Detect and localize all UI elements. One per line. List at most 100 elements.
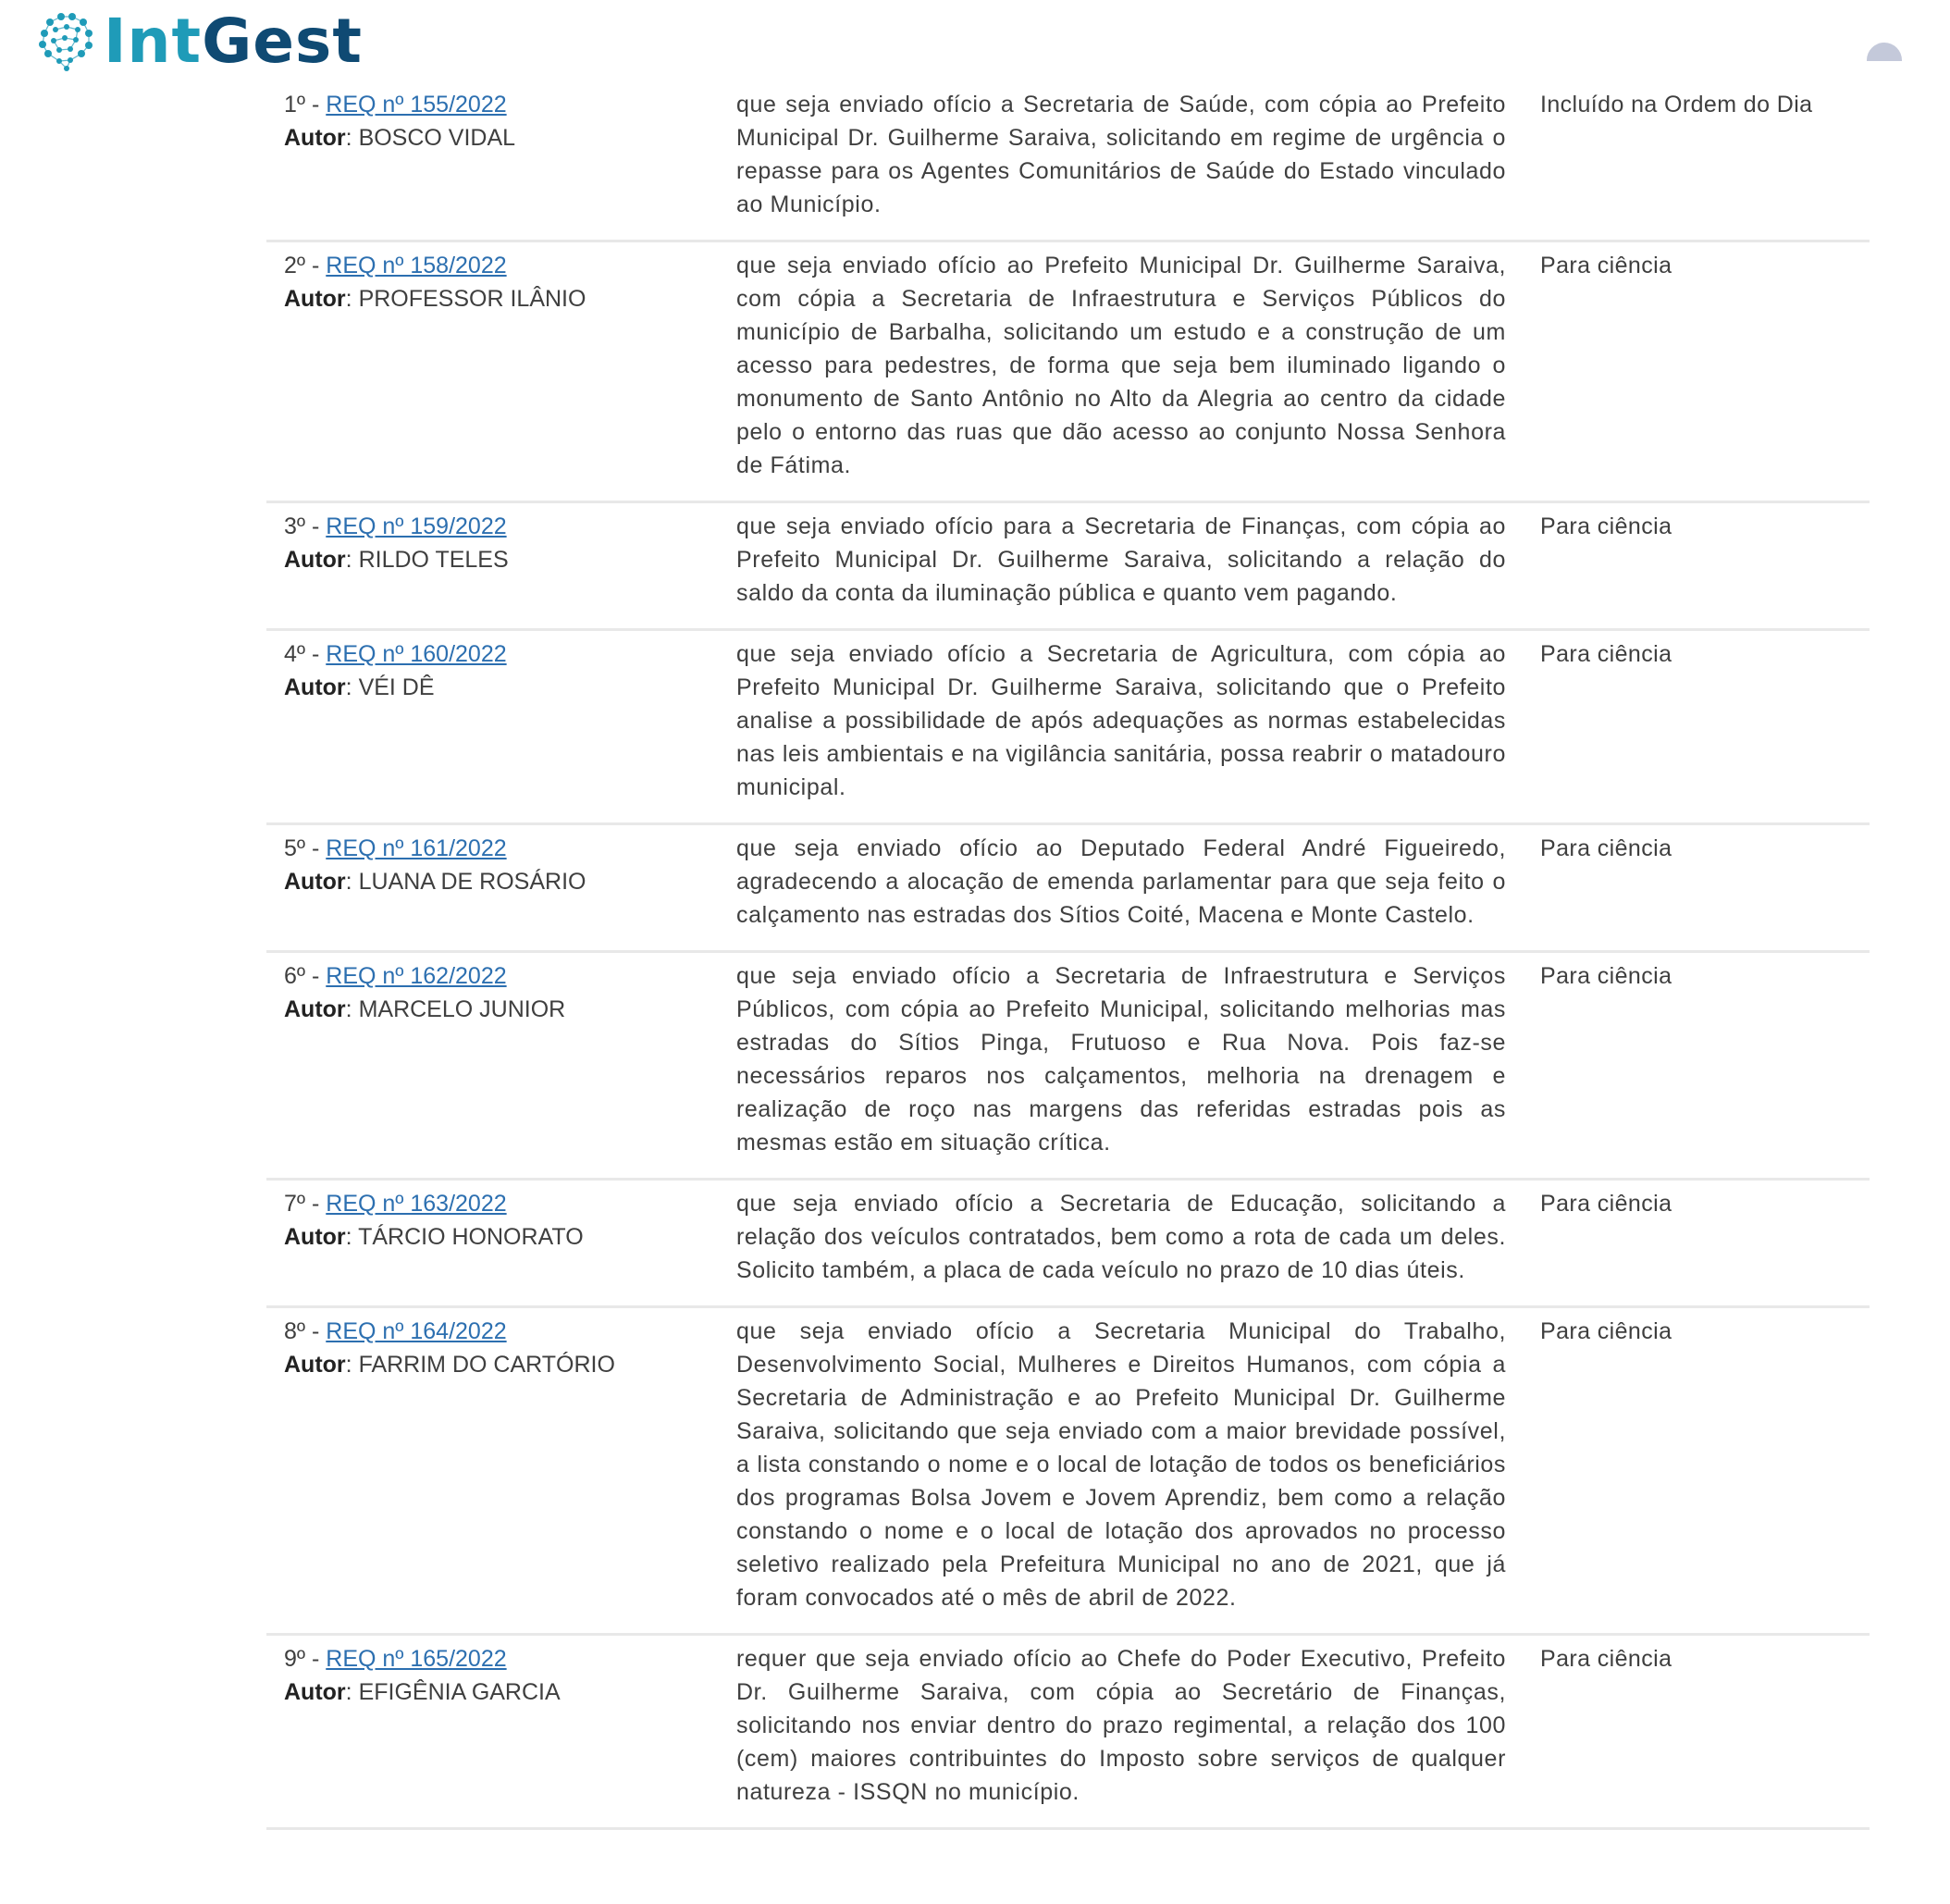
request-description: que seja enviado ofício a Secretaria de … — [736, 1191, 1506, 1283]
author-name: VÉI DÊ — [358, 674, 435, 700]
status-cell: Para ciência — [1506, 1642, 1857, 1809]
description-cell: requer que seja enviado ofício ao Chefe … — [729, 1642, 1506, 1809]
order-separator: - — [305, 641, 327, 667]
request-status: Para ciência — [1540, 253, 1672, 278]
request-description: requer que seja enviado ofício ao Chefe … — [736, 1646, 1506, 1805]
user-avatar-icon[interactable] — [1867, 43, 1902, 61]
request-link[interactable]: REQ nº 164/2022 — [326, 1318, 506, 1344]
table-row: 8º - REQ nº 164/2022 Autor: FARRIM DO CAR… — [266, 1308, 1870, 1636]
request-cell: 7º - REQ nº 163/2022 Autor: TÁRCIO HONORA… — [266, 1187, 729, 1287]
request-order: 7º — [284, 1191, 306, 1217]
author-label: Autor — [284, 286, 346, 312]
request-link[interactable]: REQ nº 161/2022 — [326, 835, 506, 861]
author-separator: : — [345, 1679, 359, 1705]
request-status: Para ciência — [1540, 835, 1672, 861]
request-line: 7º - REQ nº 163/2022 — [284, 1187, 720, 1220]
author-separator: : — [345, 674, 359, 700]
request-order: 6º — [284, 963, 306, 989]
author-name: FARRIM DO CARTÓRIO — [358, 1352, 615, 1378]
author-name: RILDO TELES — [358, 547, 509, 573]
author-name: EFIGÊNIA GARCIA — [358, 1679, 561, 1705]
order-separator: - — [305, 963, 327, 989]
request-order: 8º — [284, 1318, 306, 1344]
order-separator: - — [305, 835, 327, 861]
request-cell: 9º - REQ nº 165/2022 Autor: EFIGÊNIA GARC… — [266, 1642, 729, 1809]
author-name: BOSCO VIDAL — [358, 125, 516, 151]
request-order: 5º — [284, 835, 306, 861]
author-line: Autor: TÁRCIO HONORATO — [284, 1220, 720, 1254]
author-line: Autor: VÉI DÊ — [284, 671, 720, 704]
description-cell: que seja enviado ofício a Secretaria de … — [729, 959, 1506, 1159]
author-label: Autor — [284, 125, 346, 151]
request-status: Para ciência — [1540, 963, 1672, 989]
table-row: 7º - REQ nº 163/2022 Autor: TÁRCIO HONORA… — [266, 1181, 1870, 1308]
author-line: Autor: RILDO TELES — [284, 543, 720, 576]
brand-name: IntGest — [104, 11, 363, 72]
author-line: Autor: EFIGÊNIA GARCIA — [284, 1675, 720, 1709]
table-row: 5º - REQ nº 161/2022 Autor: LUANA DE ROSÁ… — [266, 825, 1870, 953]
request-link[interactable]: REQ nº 163/2022 — [326, 1191, 506, 1217]
table-row: 3º - REQ nº 159/2022 Autor: RILDO TELES qu… — [266, 503, 1870, 631]
request-link[interactable]: REQ nº 155/2022 — [326, 92, 506, 117]
table-row: 1º - REQ nº 155/2022 Autor: BOSCO VIDAL qu… — [266, 81, 1870, 242]
request-description: que seja enviado ofício ao Prefeito Muni… — [736, 253, 1506, 478]
request-line: 3º - REQ nº 159/2022 — [284, 510, 720, 543]
request-description: que seja enviado ofício a Secretaria de … — [736, 641, 1506, 800]
author-label: Autor — [284, 996, 346, 1022]
app-header: IntGest — [0, 0, 1950, 93]
author-label: Autor — [284, 674, 346, 700]
request-order: 1º — [284, 92, 306, 117]
request-line: 6º - REQ nº 162/2022 — [284, 959, 720, 993]
order-separator: - — [305, 1191, 327, 1217]
request-cell: 4º - REQ nº 160/2022 Autor: VÉI DÊ — [266, 637, 729, 804]
order-separator: - — [305, 92, 327, 117]
request-order: 9º — [284, 1646, 306, 1672]
request-description: que seja enviado ofício para a Secretari… — [736, 513, 1506, 606]
request-cell: 3º - REQ nº 159/2022 Autor: RILDO TELES — [266, 510, 729, 610]
request-cell: 6º - REQ nº 162/2022 Autor: MARCELO JUNIO… — [266, 959, 729, 1159]
request-link[interactable]: REQ nº 162/2022 — [326, 963, 506, 989]
brand-name-part2: Gest — [202, 6, 363, 77]
request-link[interactable]: REQ nº 160/2022 — [326, 641, 506, 667]
description-cell: que seja enviado ofício para a Secretari… — [729, 510, 1506, 610]
description-cell: que seja enviado ofício ao Prefeito Muni… — [729, 249, 1506, 482]
table-row: 4º - REQ nº 160/2022 Autor: VÉI DÊ que sej… — [266, 631, 1870, 825]
request-status: Para ciência — [1540, 513, 1672, 539]
request-line: 5º - REQ nº 161/2022 — [284, 832, 720, 865]
request-link[interactable]: REQ nº 165/2022 — [326, 1646, 506, 1672]
brand-logo[interactable]: IntGest — [37, 9, 363, 74]
author-label: Autor — [284, 547, 346, 573]
request-status: Incluído na Ordem do Dia — [1540, 92, 1813, 117]
request-status: Para ciência — [1540, 1318, 1672, 1344]
request-description: que seja enviado ofício ao Deputado Fede… — [736, 835, 1506, 928]
status-cell: Para ciência — [1506, 249, 1857, 482]
request-order: 4º — [284, 641, 306, 667]
author-line: Autor: PROFESSOR ILÂNIO — [284, 282, 720, 315]
request-order: 2º — [284, 253, 306, 278]
request-link[interactable]: REQ nº 159/2022 — [326, 513, 506, 539]
order-separator: - — [305, 1318, 327, 1344]
request-status: Para ciência — [1540, 1191, 1672, 1217]
request-line: 9º - REQ nº 165/2022 — [284, 1642, 720, 1675]
author-name: TÁRCIO HONORATO — [358, 1224, 584, 1250]
author-line: Autor: FARRIM DO CARTÓRIO — [284, 1348, 720, 1381]
request-line: 1º - REQ nº 155/2022 — [284, 88, 720, 121]
order-separator: - — [305, 513, 327, 539]
description-cell: que seja enviado ofício ao Deputado Fede… — [729, 832, 1506, 932]
status-cell: Incluído na Ordem do Dia — [1506, 88, 1857, 221]
author-line: Autor: LUANA DE ROSÁRIO — [284, 865, 720, 898]
request-order: 3º — [284, 513, 306, 539]
description-cell: que seja enviado ofício a Secretaria de … — [729, 1187, 1506, 1287]
status-cell: Para ciência — [1506, 510, 1857, 610]
request-description: que seja enviado ofício a Secretaria de … — [736, 92, 1506, 217]
author-label: Autor — [284, 1224, 346, 1250]
description-cell: que seja enviado ofício a Secretaria Mun… — [729, 1315, 1506, 1614]
author-label: Autor — [284, 869, 346, 895]
request-line: 4º - REQ nº 160/2022 — [284, 637, 720, 671]
author-name: LUANA DE ROSÁRIO — [358, 869, 586, 895]
status-cell: Para ciência — [1506, 1315, 1857, 1614]
request-status: Para ciência — [1540, 641, 1672, 667]
request-line: 8º - REQ nº 164/2022 — [284, 1315, 720, 1348]
request-link[interactable]: REQ nº 158/2022 — [326, 253, 506, 278]
author-name: MARCELO JUNIOR — [358, 996, 566, 1022]
